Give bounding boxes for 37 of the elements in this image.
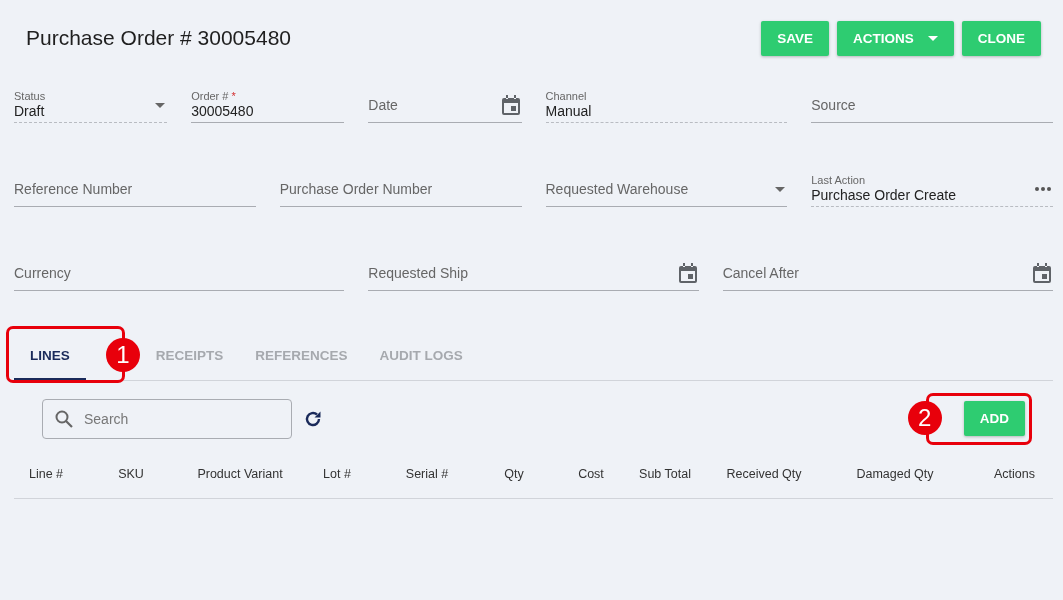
input-field[interactable]: Currency bbox=[14, 256, 345, 291]
input-field[interactable]: Channel Manual bbox=[545, 88, 788, 123]
calendar-icon bbox=[1033, 263, 1051, 283]
column-header: Damaged Qty bbox=[855, 467, 935, 481]
calendar-icon bbox=[501, 95, 520, 115]
more-icon[interactable] bbox=[1035, 187, 1051, 191]
input-field[interactable]: Source bbox=[811, 88, 1053, 123]
dropdown-caret-icon bbox=[155, 102, 166, 108]
tab[interactable]: LINES bbox=[14, 332, 86, 380]
select-field[interactable]: Requested Warehouse bbox=[545, 172, 788, 207]
caret-icon bbox=[927, 35, 938, 41]
step-number-marker: 2 bbox=[907, 401, 942, 435]
dropdown-caret-icon bbox=[775, 186, 786, 192]
date-field[interactable]: Requested Ship bbox=[368, 256, 699, 291]
calendar-icon bbox=[678, 263, 697, 283]
search-field[interactable]: Search bbox=[42, 398, 292, 439]
column-header: Product Variant bbox=[196, 467, 284, 481]
input-field[interactable]: Purchase Order Number bbox=[279, 172, 522, 207]
column-header: SKU bbox=[117, 467, 145, 481]
column-header: Sub Total bbox=[638, 467, 692, 481]
date-field[interactable]: Cancel After bbox=[722, 256, 1053, 291]
input-field[interactable]: Reference Number bbox=[14, 172, 256, 207]
column-header: Line # bbox=[27, 467, 65, 481]
column-header: Qty bbox=[503, 467, 525, 481]
column-header: Lot # bbox=[322, 467, 352, 481]
column-header: Received Qty bbox=[725, 467, 803, 481]
column-header: Serial # bbox=[404, 467, 450, 481]
select-field[interactable]: Status Draft bbox=[14, 88, 168, 123]
input-field[interactable]: Last Action Purchase Order Create bbox=[811, 172, 1053, 207]
refresh-icon[interactable] bbox=[304, 409, 322, 428]
date-field[interactable]: Date bbox=[368, 88, 522, 123]
input-field[interactable]: Order # * 30005480 bbox=[191, 88, 345, 123]
search-icon bbox=[55, 409, 73, 428]
page-title: Purchase Order # 30005480 bbox=[26, 26, 291, 50]
step-number-marker: 1 bbox=[106, 338, 140, 372]
column-header: Cost bbox=[577, 467, 605, 481]
column-header: Actions bbox=[993, 467, 1036, 481]
